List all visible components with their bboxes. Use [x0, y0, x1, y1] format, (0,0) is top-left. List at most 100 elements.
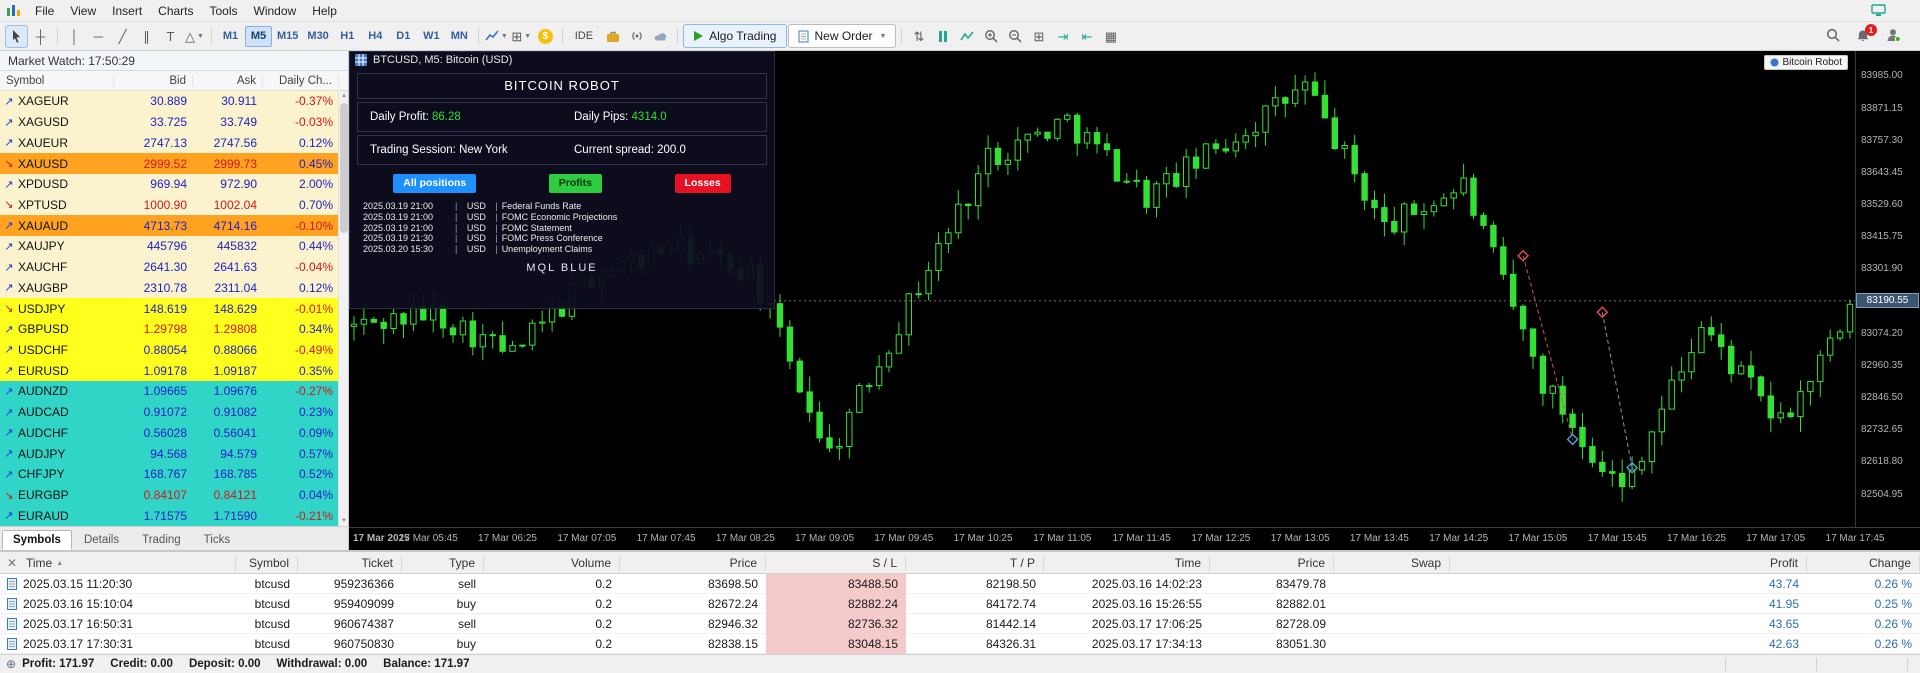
- market-row-chfjpy[interactable]: ↗ CHFJPY 168.767 168.785 0.52%: [0, 463, 339, 485]
- crosshair-tool-button[interactable]: ┼: [29, 25, 52, 48]
- menu-charts[interactable]: Charts: [150, 2, 201, 20]
- column-bid[interactable]: Bid: [114, 74, 193, 87]
- market-row-audcad[interactable]: ↗ AUDCAD 0.91072 0.91082 0.23%: [0, 401, 339, 423]
- timeframe-d1[interactable]: D1: [390, 26, 417, 47]
- calculator-button[interactable]: ▦: [1099, 25, 1122, 48]
- market-row-xauaud[interactable]: ↗ XAUAUD 4713.73 4714.16 -0.10%: [0, 215, 339, 237]
- timeframe-h4[interactable]: H4: [362, 26, 389, 47]
- tab-details[interactable]: Details: [73, 530, 130, 550]
- market-row-xpdusd[interactable]: ↗ XPDUSD 969.94 972.90 2.00%: [0, 173, 339, 195]
- timeframe-m30[interactable]: M30: [303, 26, 332, 47]
- step-back-button[interactable]: ⇤: [1075, 25, 1098, 48]
- scrollbar-thumb[interactable]: [340, 103, 348, 233]
- sort-button[interactable]: ⇅: [907, 25, 930, 48]
- market-row-gbpusd[interactable]: ↗ GBPUSD 1.29798 1.29808 0.34%: [0, 318, 339, 340]
- text-tool-button[interactable]: T: [159, 25, 182, 48]
- market-row-xagusd[interactable]: ↗ XAGUSD 33.725 33.749 -0.03%: [0, 111, 339, 133]
- time-axis[interactable]: 17 Mar 2025 17 Mar 05:45 17 Mar 06:25 17 Ma…: [349, 527, 1920, 550]
- market-row-usdjpy[interactable]: ↘ USDJPY 148.619 148.629 -0.01%: [0, 298, 339, 319]
- menu-file[interactable]: File: [27, 2, 62, 20]
- tick-chart-button[interactable]: [955, 25, 978, 48]
- market-row-audjpy[interactable]: ↗ AUDJPY 94.568 94.579 0.57%: [0, 443, 339, 464]
- timeframe-m1[interactable]: M1: [217, 26, 244, 47]
- price-axis[interactable]: 83985.00 83871.15 83757.30 83643.45 83529.60…: [1855, 51, 1920, 527]
- column-daily-change[interactable]: Daily Ch...: [263, 74, 339, 87]
- market-row-usdchf[interactable]: ↗ USDCHF 0.88054 0.88066 -0.49%: [0, 339, 339, 361]
- robot-button-all-positions[interactable]: All positions: [393, 174, 477, 193]
- market-watch-scrollbar[interactable]: ▲ ▼: [338, 91, 348, 526]
- connection-icon[interactable]: [1871, 4, 1886, 17]
- menu-insert[interactable]: Insert: [104, 2, 150, 20]
- vertical-line-button[interactable]: │: [63, 25, 86, 48]
- market-row-xauchf[interactable]: ↗ XAUCHF 2641.30 2641.63 -0.04%: [0, 256, 339, 278]
- history-column-time-close[interactable]: Time: [1044, 554, 1210, 571]
- tab-ticks[interactable]: Ticks: [193, 530, 241, 550]
- history-row[interactable]: 2025.03.16 15:10:04 btcusd 959409099 buy 0.2…: [0, 594, 1920, 614]
- market-row-xaueur[interactable]: ↗ XAUEUR 2747.13 2747.56 0.12%: [0, 132, 339, 154]
- robot-button-losses[interactable]: Losses: [674, 174, 731, 193]
- market-row-xageur[interactable]: ↗ XAGEUR 30.889 30.911 -0.37%: [0, 91, 339, 112]
- history-row[interactable]: 2025.03.17 16:50:31 btcusd 960674387 sell 0.…: [0, 614, 1920, 634]
- market-row-eurusd[interactable]: ↗ EURUSD 1.09178 1.09187 0.35%: [0, 360, 339, 382]
- market-button[interactable]: [601, 25, 624, 48]
- menu-tools[interactable]: Tools: [202, 2, 246, 20]
- history-column-price-close[interactable]: Price: [1210, 554, 1334, 571]
- account-button[interactable]: [1886, 28, 1901, 45]
- timeframe-h1[interactable]: H1: [334, 26, 361, 47]
- history-column-time[interactable]: Time ▲: [0, 554, 236, 571]
- market-row-audnzd[interactable]: ↗ AUDNZD 1.09665 1.09676 -0.27%: [0, 381, 339, 402]
- menu-window[interactable]: Window: [246, 2, 305, 20]
- history-column-change[interactable]: Change: [1807, 554, 1920, 571]
- signals-button[interactable]: [625, 25, 648, 48]
- history-column-ticket[interactable]: Ticket: [298, 554, 402, 571]
- menu-help[interactable]: Help: [304, 2, 345, 20]
- shapes-button[interactable]: △ ▼: [183, 25, 206, 48]
- timeframe-m5[interactable]: M5: [245, 25, 272, 47]
- history-column-type[interactable]: Type: [402, 554, 484, 571]
- history-column-symbol[interactable]: Symbol: [236, 554, 298, 571]
- vps-button[interactable]: [649, 25, 672, 48]
- menu-view[interactable]: View: [62, 2, 104, 20]
- timeframe-m15[interactable]: M15: [273, 26, 302, 47]
- market-row-xptusd[interactable]: ↘ XPTUSD 1000.90 1002.04 0.70%: [0, 194, 339, 216]
- ea-badge[interactable]: Bitcoin Robot: [1763, 55, 1848, 70]
- new-order-button[interactable]: New Order ▼: [788, 24, 897, 48]
- close-toolbox-button[interactable]: ✕: [5, 556, 19, 570]
- horizontal-line-button[interactable]: ─: [87, 25, 110, 48]
- market-row-euraud[interactable]: ↗ EURAUD 1.71575 1.71590 -0.21%: [0, 505, 339, 526]
- chart-panel[interactable]: 83985.00 83871.15 83757.30 83643.45 83529.60…: [349, 51, 1920, 550]
- history-column-profit[interactable]: Profit: [1450, 554, 1807, 571]
- market-row-eurgbp[interactable]: ↘ EURGBP 0.84107 0.84121 0.04%: [0, 484, 339, 506]
- market-row-xauusd[interactable]: ↘ XAUUSD 2999.52 2999.73 0.45%: [0, 153, 339, 174]
- history-row[interactable]: 2025.03.17 17:30:31 btcusd 960750830 buy 0.2…: [0, 634, 1920, 654]
- indicators-button[interactable]: ▼: [484, 25, 509, 48]
- history-column-s-l[interactable]: S / L: [766, 554, 906, 571]
- timeframe-w1[interactable]: W1: [418, 26, 445, 47]
- trendline-button[interactable]: ╱: [111, 25, 134, 48]
- deposit-button[interactable]: $: [534, 25, 557, 48]
- scroll-up-icon[interactable]: ▲: [339, 91, 349, 101]
- zoom-out-button[interactable]: [1003, 25, 1026, 48]
- history-column-volume[interactable]: Volume: [484, 554, 620, 571]
- data-window-button[interactable]: ⊞: [1027, 25, 1050, 48]
- scroll-down-icon[interactable]: ▼: [339, 516, 349, 526]
- cursor-tool-button[interactable]: [5, 24, 28, 48]
- step-forward-button[interactable]: ⇥: [1051, 25, 1074, 48]
- market-row-xaujpy[interactable]: ↗ XAUJPY 445796 445832 0.44%: [0, 236, 339, 257]
- history-column-t-p[interactable]: T / P: [906, 554, 1044, 571]
- history-row[interactable]: 2025.03.15 11:20:30 btcusd 959236366 sell 0.…: [0, 574, 1920, 594]
- history-column-swap[interactable]: Swap: [1334, 554, 1450, 571]
- timeframe-mn[interactable]: MN: [446, 26, 473, 47]
- column-ask[interactable]: Ask: [193, 74, 263, 87]
- algo-trading-button[interactable]: Algo Trading: [683, 24, 788, 48]
- chart-layout-button[interactable]: ⊞ ▼: [510, 25, 533, 48]
- notifications-button[interactable]: 1: [1856, 24, 1877, 43]
- market-row-xaugbp[interactable]: ↗ XAUGBP 2310.78 2311.04 0.12%: [0, 277, 339, 299]
- tab-trading[interactable]: Trading: [131, 530, 192, 550]
- ide-button[interactable]: IDE: [568, 25, 600, 48]
- market-row-audchf[interactable]: ↗ AUDCHF 0.56028 0.56041 0.09%: [0, 422, 339, 444]
- tab-symbols[interactable]: Symbols: [2, 530, 72, 550]
- pause-button[interactable]: [931, 25, 954, 48]
- search-button[interactable]: [1826, 28, 1840, 45]
- column-symbol[interactable]: Symbol: [0, 74, 114, 87]
